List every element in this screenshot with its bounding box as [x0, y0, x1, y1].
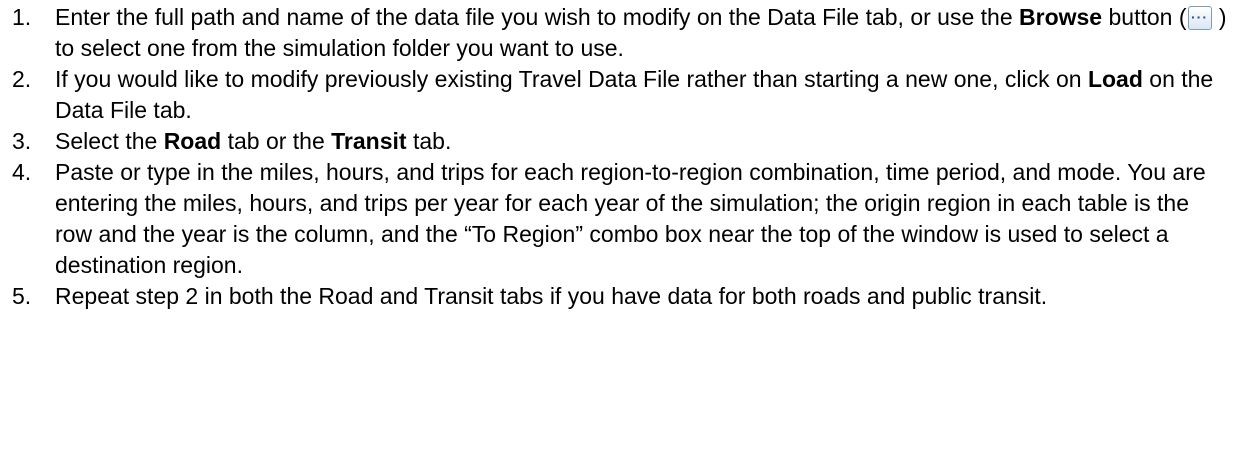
- step-text: Paste or type in the miles, hours, and t…: [55, 159, 1206, 278]
- instructions-page: 1. Enter the full path and name of the d…: [0, 0, 1238, 474]
- step-1: 1. Enter the full path and name of the d…: [10, 2, 1232, 64]
- step-text: Select the Road tab or the Transit tab.: [55, 128, 452, 154]
- step-text: Repeat step 2 in both the Road and Trans…: [55, 283, 1048, 309]
- transit-label: Transit: [331, 128, 407, 154]
- step-number: 2.: [12, 66, 32, 92]
- step-number: 4.: [12, 159, 32, 185]
- step-number: 3.: [12, 128, 32, 154]
- step-number: 1.: [12, 4, 32, 30]
- step-text: Enter the full path and name of the data…: [55, 4, 1227, 61]
- ellipsis-icon: ···: [1191, 9, 1208, 25]
- load-label: Load: [1087, 66, 1143, 92]
- browse-label: Browse: [1019, 4, 1103, 30]
- step-2: 2. If you would like to modify previousl…: [10, 64, 1232, 126]
- step-5: 5. Repeat step 2 in both the Road and Tr…: [10, 281, 1232, 312]
- browse-button: ···: [1187, 6, 1212, 30]
- road-label: Road: [163, 128, 222, 154]
- steps-list: 1. Enter the full path and name of the d…: [10, 2, 1232, 312]
- step-text: If you would like to modify previously e…: [55, 66, 1214, 123]
- step-number: 5.: [12, 283, 32, 309]
- step-3: 3. Select the Road tab or the Transit ta…: [10, 126, 1232, 157]
- step-4: 4. Paste or type in the miles, hours, an…: [10, 157, 1232, 281]
